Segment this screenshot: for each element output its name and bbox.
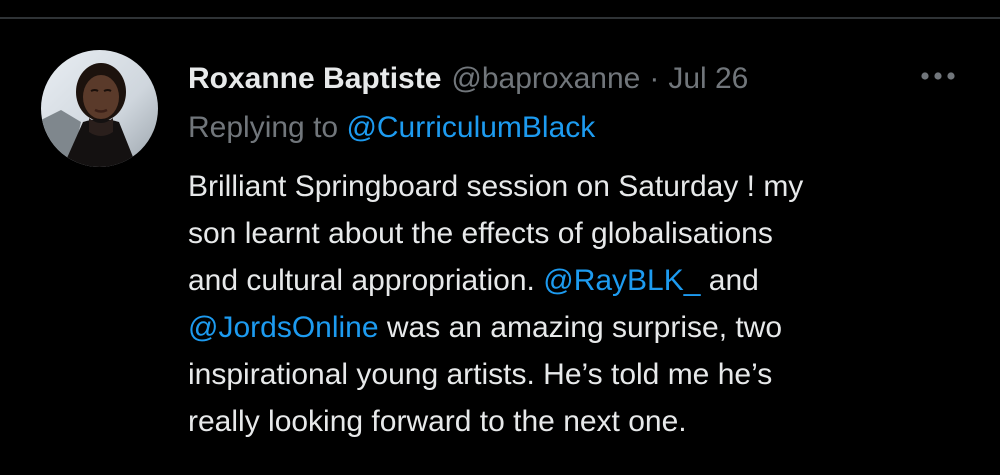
- tweet-text-line: @JordsOnline was an amazing surprise, tw…: [188, 304, 948, 351]
- avatar-image: [41, 50, 158, 167]
- avatar[interactable]: [41, 50, 158, 167]
- tweet-text-segment: was an amazing surprise, two: [378, 311, 783, 344]
- header-separator: ·: [649, 62, 660, 95]
- tweet-text-line: really looking forward to the next one.: [188, 405, 687, 438]
- tweet-text-segment: and cultural appropriation.: [188, 264, 544, 297]
- more-dots-icon: [921, 72, 955, 80]
- tweet-text-line: inspirational young artists. He’s told m…: [188, 358, 773, 391]
- more-options-button[interactable]: [916, 61, 960, 91]
- reply-mention-link[interactable]: @CurriculumBlack: [346, 111, 595, 144]
- reply-context: Replying to @CurriculumBlack: [188, 108, 595, 148]
- author-name[interactable]: Roxanne Baptiste: [188, 59, 441, 99]
- mention-link-jordsonline[interactable]: @JordsOnline: [188, 311, 379, 344]
- tweet-text: Brilliant Springboard session on Saturda…: [188, 163, 948, 445]
- tweet-text-segment: and: [700, 264, 759, 297]
- reply-prefix: Replying to: [188, 111, 347, 144]
- tweet[interactable]: Roxanne Baptiste @baproxanne · Jul 26 Re…: [0, 19, 1000, 475]
- tweet-header: Roxanne Baptiste @baproxanne · Jul 26: [188, 59, 748, 99]
- mention-link-rayblk[interactable]: @RayBLK_: [543, 264, 700, 297]
- author-handle[interactable]: @baproxanne: [451, 59, 640, 99]
- tweet-text-line: and cultural appropriation. @RayBLK_ and: [188, 257, 948, 304]
- tweet-text-line: Brilliant Springboard session on Saturda…: [188, 170, 804, 203]
- tweet-date[interactable]: Jul 26: [668, 59, 748, 99]
- tweet-text-line: son learnt about the effects of globalis…: [188, 217, 773, 250]
